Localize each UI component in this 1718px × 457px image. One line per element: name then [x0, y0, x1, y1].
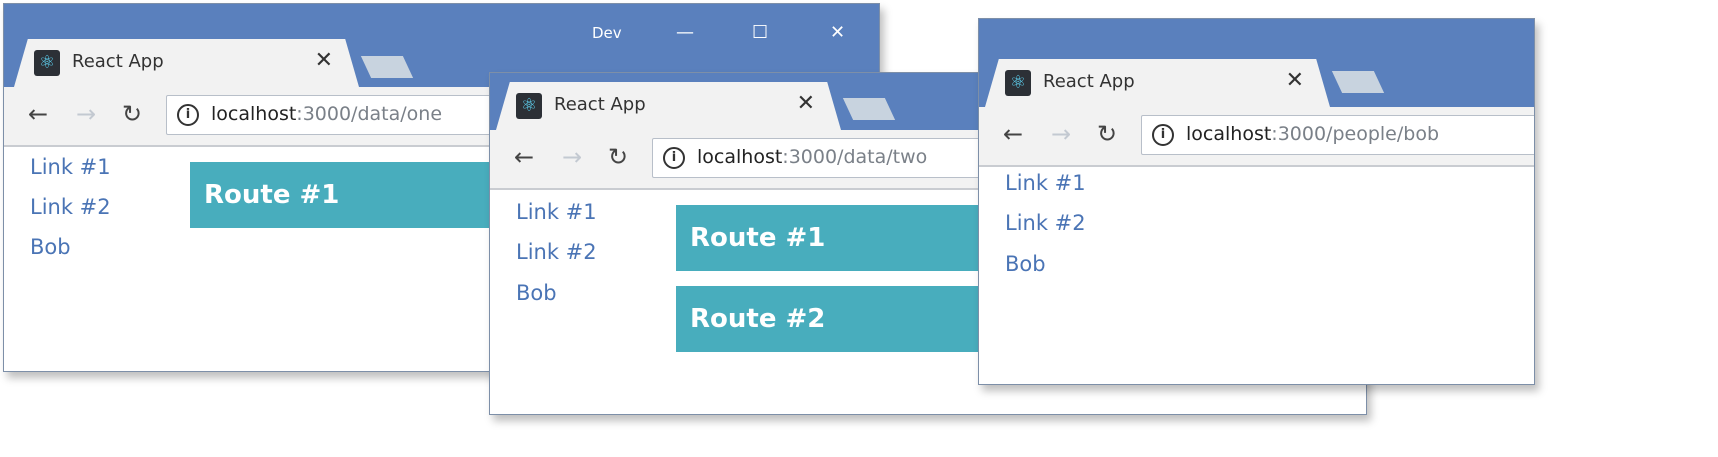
url-host: localhost: [211, 103, 297, 125]
back-icon[interactable]: ←: [514, 143, 534, 171]
back-icon[interactable]: ←: [28, 100, 48, 128]
tab-title: React App: [554, 94, 646, 115]
forward-icon[interactable]: →: [76, 100, 96, 128]
url-path: :3000/data/one: [296, 103, 443, 125]
link-1[interactable]: Link #1: [30, 155, 111, 179]
info-icon: i: [663, 147, 685, 169]
tab-react-app[interactable]: ⚛ React App ✕: [14, 39, 359, 87]
address-bar[interactable]: i localhost:3000/people/bob: [1141, 115, 1534, 155]
link-2[interactable]: Link #2: [1005, 211, 1086, 235]
react-logo-icon: ⚛: [34, 50, 60, 76]
link-1[interactable]: Link #1: [1005, 171, 1086, 195]
link-2[interactable]: Link #2: [30, 195, 111, 219]
info-icon: i: [177, 104, 199, 126]
minimize-button[interactable]: —: [676, 22, 694, 43]
tab-react-app[interactable]: ⚛ React App ✕: [496, 82, 841, 130]
reload-icon[interactable]: ↻: [608, 143, 628, 171]
reload-icon[interactable]: ↻: [1097, 120, 1117, 148]
link-bob[interactable]: Bob: [516, 281, 557, 305]
route-1-banner: Route #1: [676, 205, 996, 271]
url-host: localhost: [697, 146, 783, 168]
back-icon[interactable]: ←: [1003, 120, 1023, 148]
reload-icon[interactable]: ↻: [122, 100, 142, 128]
link-1[interactable]: Link #1: [516, 200, 597, 224]
tab-close-icon[interactable]: ✕: [797, 91, 815, 116]
close-window-button[interactable]: ✕: [830, 22, 845, 43]
tab-title: React App: [1043, 71, 1135, 92]
browser-window-3: ⚛ React App ✕ ← → ↻ i localhost:3000/peo…: [978, 18, 1535, 385]
tab-close-icon[interactable]: ✕: [315, 48, 333, 73]
route-2-banner: Route #2: [676, 286, 996, 352]
maximize-button[interactable]: ☐: [752, 22, 768, 43]
info-icon: i: [1152, 124, 1174, 146]
window-title: Dev: [592, 24, 622, 42]
tab-title: React App: [72, 51, 164, 72]
forward-icon[interactable]: →: [562, 143, 582, 171]
tab-react-app[interactable]: ⚛ React App ✕: [985, 59, 1330, 107]
new-tab-button[interactable]: [360, 56, 414, 78]
toolbar: ← → ↻ i localhost:3000/people/bob: [979, 107, 1534, 167]
page-content: Link #1 Link #2 Bob: [979, 167, 1534, 384]
link-bob[interactable]: Bob: [30, 235, 71, 259]
new-tab-button[interactable]: [842, 98, 896, 120]
link-2[interactable]: Link #2: [516, 240, 597, 264]
react-logo-icon: ⚛: [516, 93, 542, 119]
link-bob[interactable]: Bob: [1005, 252, 1046, 276]
url-host: localhost: [1186, 123, 1272, 145]
url-path: :3000/people/bob: [1271, 123, 1440, 145]
react-logo-icon: ⚛: [1005, 70, 1031, 96]
url-path: :3000/data/two: [782, 146, 928, 168]
new-tab-button[interactable]: [1331, 71, 1385, 93]
route-1-banner: Route #1: [190, 162, 510, 228]
forward-icon[interactable]: →: [1051, 120, 1071, 148]
tab-close-icon[interactable]: ✕: [1286, 68, 1304, 93]
